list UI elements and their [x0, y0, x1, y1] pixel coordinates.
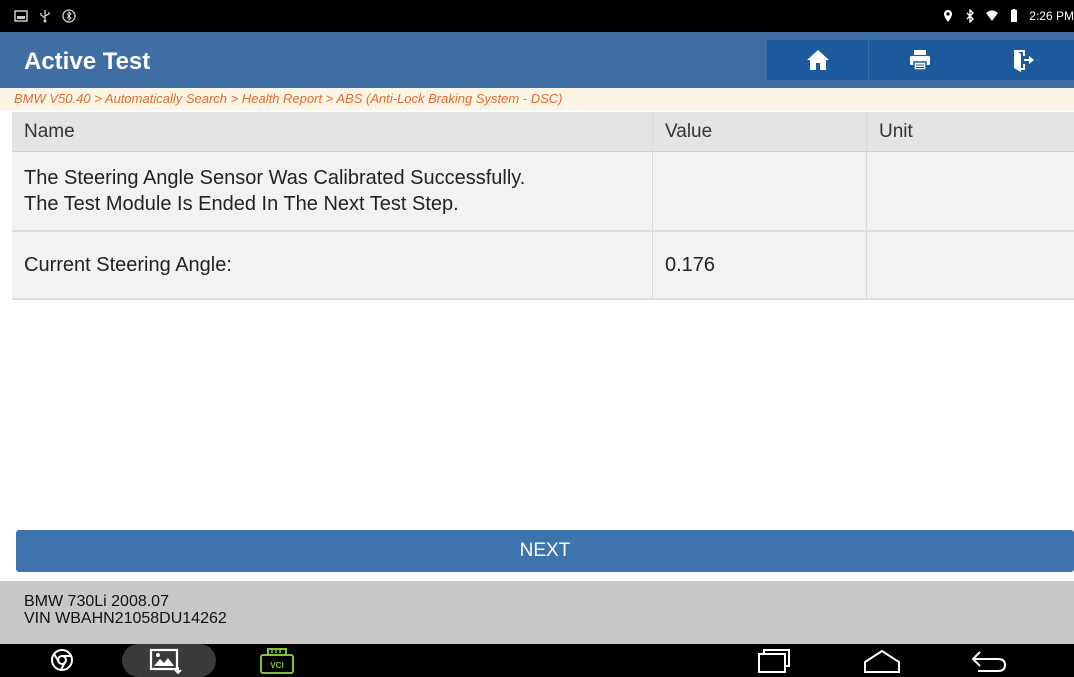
title-bar: Active Test [0, 32, 1074, 88]
table-row: Current Steering Angle: 0.176 [12, 232, 1074, 300]
row-name-cell: The Steering Angle Sensor Was Calibrated… [12, 152, 653, 230]
row-value-cell: 0.176 [653, 232, 867, 298]
wifi-icon [986, 10, 999, 21]
vci-icon: VCI [260, 648, 294, 674]
exit-button[interactable] [970, 40, 1074, 80]
vci-button[interactable]: VCI [258, 647, 296, 675]
bluetooth-settings-icon [62, 9, 76, 23]
column-header-unit: Unit [879, 120, 913, 142]
screenshot-button[interactable] [148, 647, 182, 675]
chrome-icon [51, 649, 73, 671]
row-name-cell: Current Steering Angle: [12, 232, 653, 298]
home-icon [806, 50, 829, 70]
back-button[interactable] [970, 648, 1010, 674]
vehicle-model: BMW 730Li 2008.07 [24, 593, 169, 610]
recent-apps-button[interactable] [756, 648, 792, 674]
home-nav-button[interactable] [862, 648, 902, 674]
home-nav-icon [864, 649, 900, 673]
battery-icon [1011, 9, 1018, 22]
status-time: 2:26 PM [1029, 9, 1074, 23]
status-right-icons: 2:26 PM [941, 9, 1074, 23]
table-row: The Steering Angle Sensor Was Calibrated… [12, 152, 1074, 232]
row-unit-cell [867, 232, 1074, 298]
screen: 2:26 PM Active Test BMW V50.40 > Automat… [0, 0, 1074, 677]
exit-icon [1014, 50, 1034, 72]
vehicle-info: BMW 730Li 2008.07 VIN WBAHN21058DU14262 [0, 581, 1074, 644]
row-value-cell [653, 152, 867, 230]
table-header: Name Value Unit [12, 112, 1074, 152]
bluetooth-icon [966, 9, 975, 23]
print-button[interactable] [869, 40, 970, 80]
status-left-icons [14, 9, 76, 23]
breadcrumb: BMW V50.40 > Automatically Search > Heal… [0, 88, 1074, 110]
gallery-icon [14, 10, 28, 22]
recent-apps-icon [758, 649, 790, 673]
vehicle-vin: VIN WBAHN21058DU14262 [24, 610, 227, 627]
screenshot-icon [149, 648, 182, 675]
row-unit-cell [867, 152, 1074, 230]
nav-bar: VCI [0, 644, 1074, 677]
vci-label: VCI [270, 661, 283, 670]
column-header-name: Name [12, 112, 653, 151]
usb-icon [40, 10, 50, 23]
home-button[interactable] [767, 40, 868, 80]
chrome-button[interactable] [50, 648, 74, 672]
location-icon [944, 10, 953, 22]
column-header-value: Value [653, 112, 867, 151]
data-table: Name Value Unit The Steering Angle Senso… [12, 112, 1074, 300]
back-icon [971, 651, 1007, 672]
printer-icon [909, 50, 930, 71]
next-button[interactable]: NEXT [16, 530, 1074, 572]
page-title: Active Test [24, 48, 151, 75]
status-bar: 2:26 PM [0, 0, 1074, 32]
